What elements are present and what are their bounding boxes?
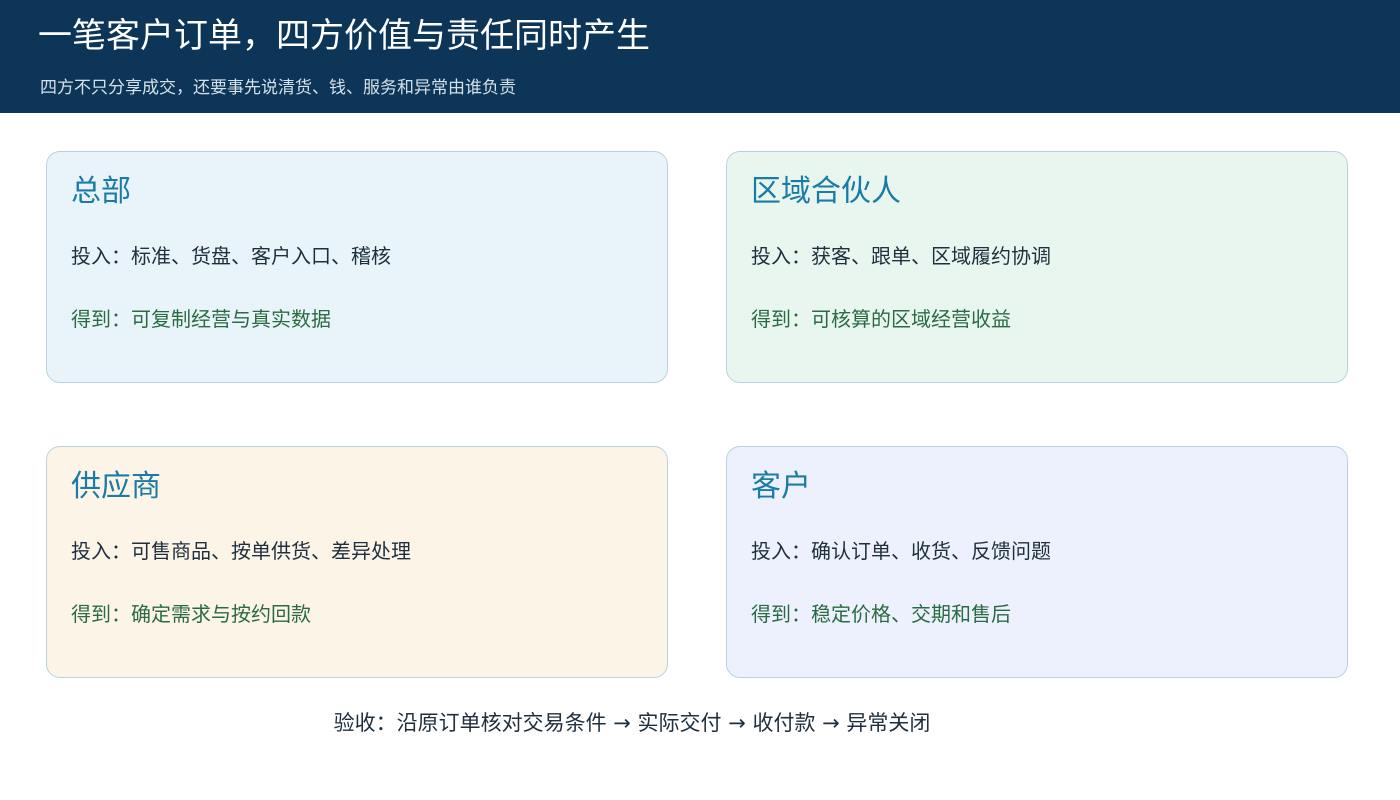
- card-title: 客户: [751, 469, 811, 504]
- page-subtitle: 四方不只分享成交，还要事先说清货、钱、服务和异常由谁负责: [40, 78, 516, 98]
- card-regional-partner: 区域合伙人 投入：获客、跟单、区域履约协调 得到：可核算的区域经营收益: [726, 151, 1348, 383]
- card-input-text: 投入：获客、跟单、区域履约协调: [751, 244, 1051, 268]
- page-title: 一笔客户订单，四方价值与责任同时产生: [38, 16, 650, 56]
- slide: 一笔客户订单，四方价值与责任同时产生 四方不只分享成交，还要事先说清货、钱、服务…: [0, 0, 1400, 800]
- card-output-text: 得到：可核算的区域经营收益: [751, 307, 1011, 331]
- card-input-text: 投入：可售商品、按单供货、差异处理: [71, 539, 411, 563]
- card-title: 总部: [71, 174, 131, 209]
- card-headquarters: 总部 投入：标准、货盘、客户入口、稽核 得到：可复制经营与真实数据: [46, 151, 668, 383]
- card-title: 区域合伙人: [751, 174, 901, 209]
- card-title: 供应商: [71, 469, 161, 504]
- card-input-text: 投入：确认订单、收货、反馈问题: [751, 539, 1051, 563]
- card-output-text: 得到：可复制经营与真实数据: [71, 307, 331, 331]
- card-input-text: 投入：标准、货盘、客户入口、稽核: [71, 244, 391, 268]
- card-output-text: 得到：稳定价格、交期和售后: [751, 602, 1011, 626]
- acceptance-flow-text: 验收：沿原订单核对交易条件 → 实际交付 → 收付款 → 异常关闭: [333, 711, 931, 735]
- card-output-text: 得到：确定需求与按约回款: [71, 602, 311, 626]
- card-supplier: 供应商 投入：可售商品、按单供货、差异处理 得到：确定需求与按约回款: [46, 446, 668, 678]
- header-banner: 一笔客户订单，四方价值与责任同时产生 四方不只分享成交，还要事先说清货、钱、服务…: [0, 0, 1400, 113]
- card-customer: 客户 投入：确认订单、收货、反馈问题 得到：稳定价格、交期和售后: [726, 446, 1348, 678]
